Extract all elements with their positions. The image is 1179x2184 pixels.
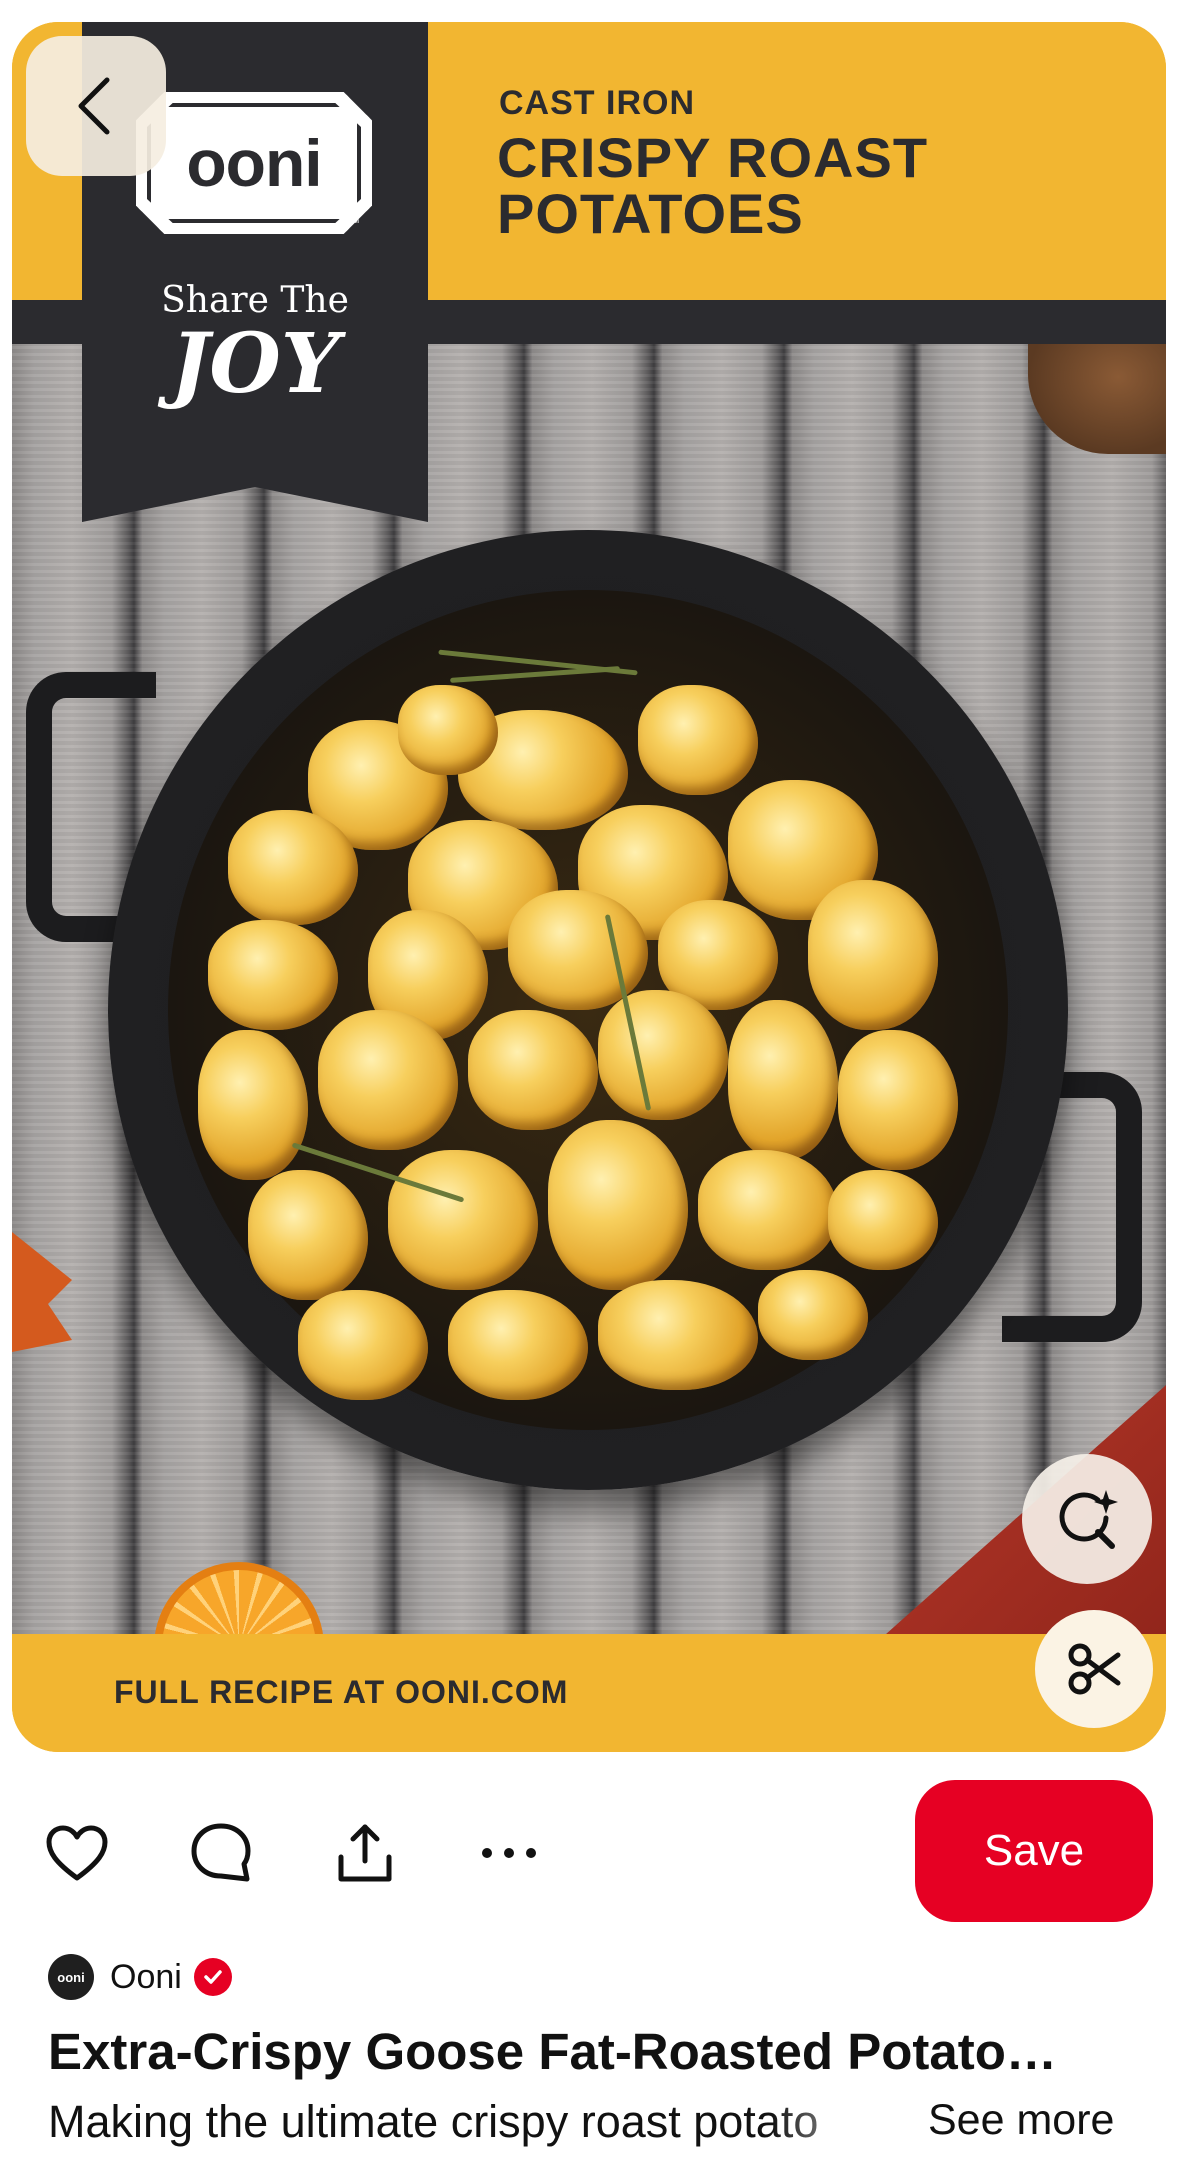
ooni-logo-text: ooni <box>147 103 361 223</box>
ooni-logo: ooni <box>136 92 372 234</box>
save-button[interactable]: Save <box>915 1780 1153 1922</box>
avatar: ooni <box>48 1954 94 2000</box>
pin-image[interactable]: CAST IRON CRISPY ROAST POTATOES ooni ™ S… <box>12 22 1166 1752</box>
back-button[interactable] <box>26 36 166 176</box>
tagline-share-the: Share The <box>161 280 349 321</box>
share-icon <box>338 1824 392 1882</box>
potato <box>638 685 758 795</box>
potato <box>298 1290 428 1400</box>
recipe-title-line-2: POTATOES <box>497 182 804 245</box>
like-button[interactable] <box>42 1818 112 1888</box>
potato <box>698 1150 838 1270</box>
pin-title: Extra-Crispy Goose Fat-Roasted Potato… <box>48 2023 1057 2080</box>
trademark-mark: ™ <box>347 215 360 230</box>
verified-badge-icon <box>193 1958 232 1996</box>
potato <box>758 1270 868 1360</box>
cutout-button[interactable] <box>1035 1610 1153 1728</box>
more-icon <box>482 1848 536 1858</box>
potato <box>388 1150 538 1290</box>
heart-icon <box>46 1825 108 1881</box>
potato <box>548 1120 688 1290</box>
comment-icon <box>191 1823 251 1882</box>
see-more-link[interactable]: See more <box>928 2096 1114 2145</box>
potato <box>208 920 338 1030</box>
potato <box>828 1170 938 1270</box>
visual-search-button[interactable] <box>1022 1454 1152 1584</box>
potato <box>248 1170 368 1300</box>
potato <box>198 1030 308 1180</box>
chevron-left-icon <box>78 77 110 135</box>
potato <box>598 1280 758 1390</box>
potato <box>808 880 938 1030</box>
potato <box>398 685 498 775</box>
potato <box>728 1000 838 1160</box>
pin-description: Making the ultimate crispy roast potato <box>48 2096 819 2147</box>
scissors-icon <box>1068 1643 1121 1695</box>
potato <box>838 1030 958 1170</box>
recipe-link-text: FULL RECIPE AT OONI.COM <box>114 1674 569 1710</box>
recipe-subtitle: CAST IRON <box>499 84 695 122</box>
recipe-footer-banner: FULL RECIPE AT OONI.COM <box>12 1634 1166 1752</box>
roast-potatoes <box>168 590 1008 1430</box>
cast-iron-pan <box>108 530 1068 1490</box>
creator-name: Ooni <box>110 1957 182 1996</box>
creator-link[interactable]: ooni Ooni <box>48 1952 232 2002</box>
potato <box>448 1290 588 1400</box>
potato <box>468 1010 598 1130</box>
rosemary-sprig <box>450 666 620 683</box>
share-button[interactable] <box>330 1818 400 1888</box>
visual-search-sparkle-icon <box>1059 1490 1118 1549</box>
comment-button[interactable] <box>186 1818 256 1888</box>
tagline-joy: JOY <box>170 316 340 412</box>
recipe-title-line-1: CRISPY ROAST <box>497 126 929 189</box>
more-options-button[interactable] <box>474 1818 544 1888</box>
